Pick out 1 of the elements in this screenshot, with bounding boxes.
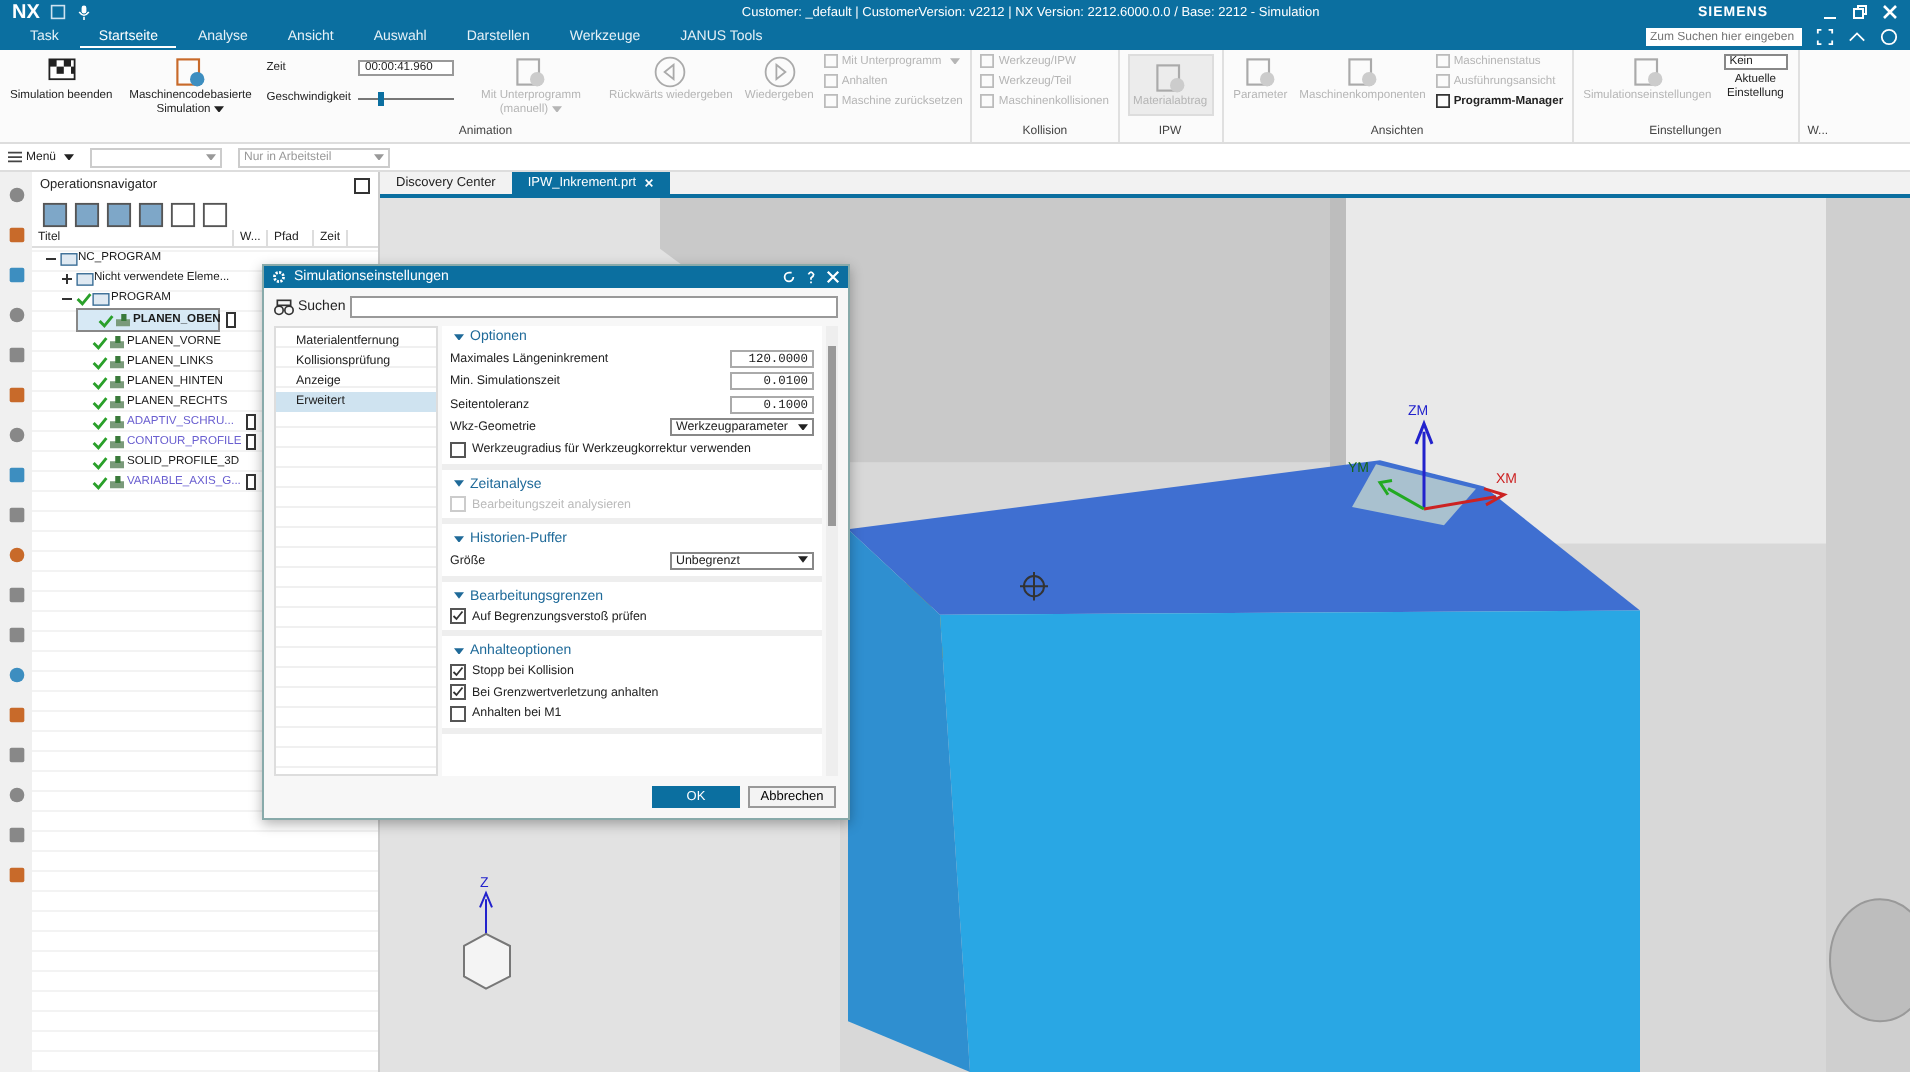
app-name: NX bbox=[12, 1, 40, 23]
